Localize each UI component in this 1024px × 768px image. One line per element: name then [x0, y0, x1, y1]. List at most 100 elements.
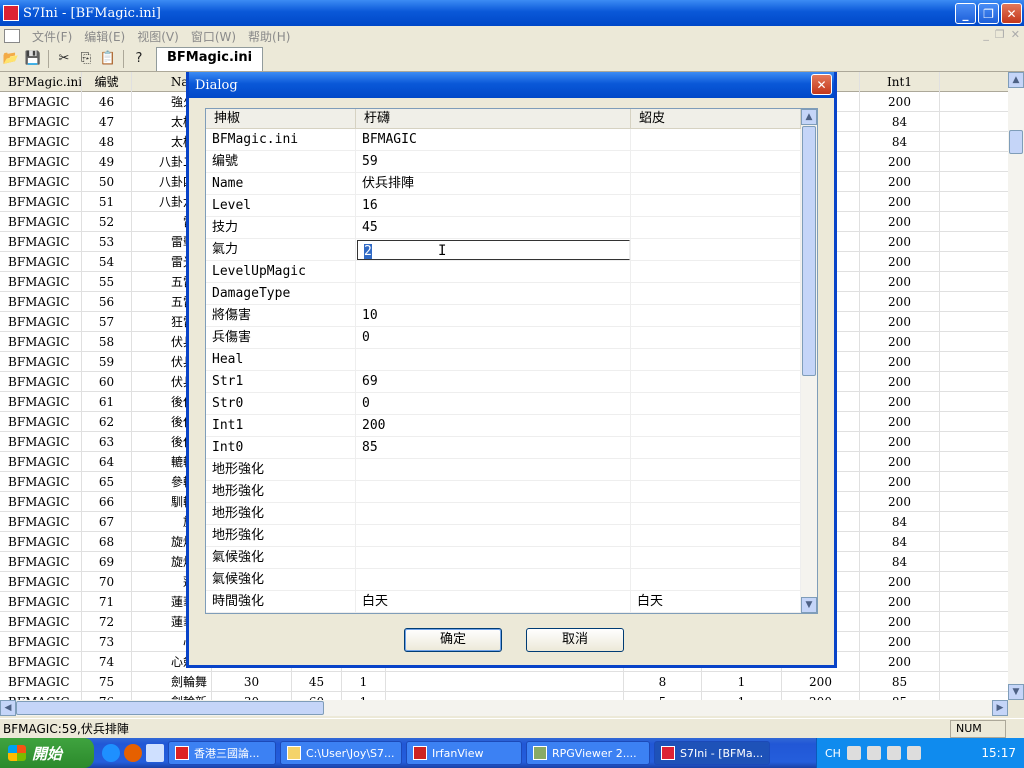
table-cell[interactable]: 47: [82, 111, 132, 132]
table-cell[interactable]: 5: [624, 691, 702, 700]
property-value[interactable]: [356, 569, 631, 590]
property-row[interactable]: Name 伏兵排陣: [206, 173, 817, 195]
property-note[interactable]: [631, 349, 801, 370]
scroll-down-icon[interactable]: ▼: [1008, 684, 1024, 700]
property-list-scrollbar[interactable]: ▲ ▼: [801, 109, 817, 613]
table-cell[interactable]: BFMAGIC: [0, 231, 82, 252]
table-cell[interactable]: 1: [702, 671, 782, 692]
property-value[interactable]: [356, 525, 631, 546]
menu-help[interactable]: 帮助(H): [242, 28, 296, 45]
table-cell[interactable]: BFMAGIC: [0, 631, 82, 652]
table-cell[interactable]: BFMAGIC: [0, 151, 82, 172]
table-cell[interactable]: 72: [82, 611, 132, 632]
table-cell[interactable]: 200: [860, 211, 940, 232]
table-cell[interactable]: 200: [860, 311, 940, 332]
property-value[interactable]: [356, 349, 631, 370]
property-note[interactable]: [631, 393, 801, 414]
table-cell[interactable]: 67: [82, 511, 132, 532]
table-cell[interactable]: 200: [860, 151, 940, 172]
language-indicator[interactable]: CH: [825, 747, 841, 760]
property-row[interactable]: 地形強化: [206, 525, 817, 547]
property-value[interactable]: [356, 459, 631, 480]
help-icon[interactable]: [866, 746, 881, 760]
menu-file[interactable]: 文件(F): [26, 28, 78, 45]
property-row[interactable]: Int0 85: [206, 437, 817, 459]
scroll-up-icon[interactable]: ▲: [801, 109, 817, 125]
property-note[interactable]: [631, 283, 801, 304]
property-note[interactable]: [631, 151, 801, 172]
task-button-2[interactable]: C:\User\Joy\S7...: [280, 741, 402, 765]
table-cell[interactable]: 55: [82, 271, 132, 292]
property-value[interactable]: [356, 283, 631, 304]
table-cell[interactable]: 60: [82, 371, 132, 392]
table-cell[interactable]: 69: [82, 551, 132, 572]
table-cell[interactable]: BFMAGIC: [0, 91, 82, 112]
property-row[interactable]: 時間強化 白天 白天: [206, 591, 817, 613]
help-icon[interactable]: ?: [128, 48, 150, 70]
property-note[interactable]: [631, 371, 801, 392]
property-note[interactable]: [631, 129, 801, 150]
property-note[interactable]: [631, 173, 801, 194]
table-cell[interactable]: 58: [82, 331, 132, 352]
table-cell[interactable]: BFMAGIC: [0, 671, 82, 692]
property-row[interactable]: Int1 200: [206, 415, 817, 437]
property-value[interactable]: 45: [356, 217, 631, 238]
property-value[interactable]: 10: [356, 305, 631, 326]
task-button-1[interactable]: 香港三國論...: [168, 741, 276, 765]
property-value[interactable]: 85: [356, 437, 631, 458]
table-cell[interactable]: 85: [860, 691, 940, 700]
table-cell[interactable]: 200: [860, 411, 940, 432]
table-cell[interactable]: BFMAGIC: [0, 531, 82, 552]
table-cell[interactable]: BFMAGIC: [0, 191, 82, 212]
scroll-thumb[interactable]: [802, 126, 816, 376]
menu-edit[interactable]: 编辑(E): [78, 28, 131, 45]
property-row[interactable]: 地形強化: [206, 481, 817, 503]
table-cell[interactable]: 63: [82, 431, 132, 452]
close-button[interactable]: ✕: [1001, 3, 1022, 24]
property-row[interactable]: 编號 59: [206, 151, 817, 173]
table-cell[interactable]: 70: [82, 571, 132, 592]
table-cell[interactable]: 200: [860, 391, 940, 412]
table-cell[interactable]: BFMAGIC: [0, 591, 82, 612]
save-icon[interactable]: 💾: [22, 48, 44, 70]
property-note[interactable]: [631, 481, 801, 502]
cancel-button[interactable]: 取消: [526, 628, 624, 652]
property-row[interactable]: 技力 45: [206, 217, 817, 239]
table-cell[interactable]: 200: [860, 471, 940, 492]
mdi-minimize-icon[interactable]: _: [983, 28, 989, 41]
table-cell[interactable]: 85: [860, 671, 940, 692]
table-cell[interactable]: BFMAGIC: [0, 571, 82, 592]
table-cell[interactable]: 73: [82, 631, 132, 652]
table-cell[interactable]: 53: [82, 231, 132, 252]
table-cell[interactable]: 68: [82, 531, 132, 552]
table-cell[interactable]: 46: [82, 91, 132, 112]
table-cell[interactable]: 200: [860, 431, 940, 452]
property-value[interactable]: 16: [356, 195, 631, 216]
grid-horizontal-scrollbar[interactable]: ◀ ▶: [0, 700, 1008, 716]
table-cell[interactable]: 56: [82, 291, 132, 312]
property-value[interactable]: 200: [356, 415, 631, 436]
scroll-thumb[interactable]: [1009, 130, 1023, 154]
table-cell[interactable]: BFMAGIC: [0, 551, 82, 572]
table-cell[interactable]: 66: [82, 491, 132, 512]
task-button-4[interactable]: RPGViewer 2....: [526, 741, 650, 765]
property-note[interactable]: [631, 525, 801, 546]
mdi-restore-icon[interactable]: ❐: [995, 28, 1005, 41]
property-value[interactable]: 0: [356, 327, 631, 348]
table-cell[interactable]: [386, 671, 624, 692]
property-note[interactable]: [631, 305, 801, 326]
table-cell[interactable]: BFMAGIC: [0, 451, 82, 472]
table-cell[interactable]: 200: [860, 631, 940, 652]
table-cell[interactable]: 30: [212, 691, 292, 700]
property-note[interactable]: [631, 195, 801, 216]
table-cell[interactable]: BFMAGIC: [0, 111, 82, 132]
property-note[interactable]: [631, 239, 801, 260]
minimize-button[interactable]: _: [955, 3, 976, 24]
menu-window[interactable]: 窗口(W): [185, 28, 242, 45]
property-note[interactable]: [631, 217, 801, 238]
column-header-value[interactable]: 杅礴: [356, 109, 631, 128]
table-cell[interactable]: BFMAGIC: [0, 271, 82, 292]
table-cell[interactable]: BFMAGIC: [0, 351, 82, 372]
table-cell[interactable]: 62: [82, 411, 132, 432]
scroll-up-icon[interactable]: ▲: [1008, 72, 1024, 88]
